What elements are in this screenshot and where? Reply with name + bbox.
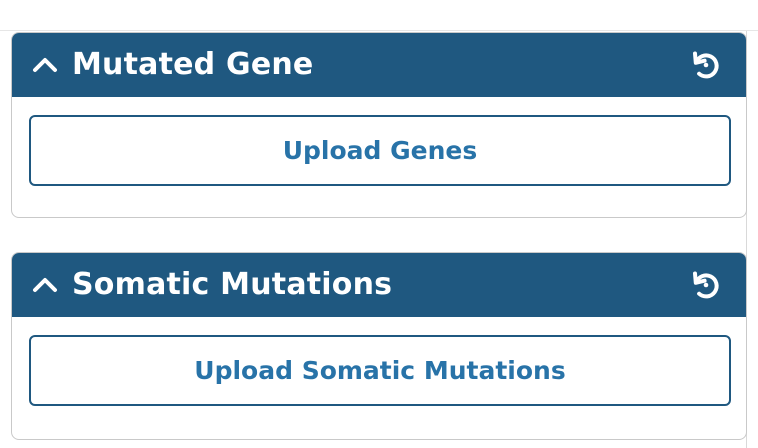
somatic-mutations-card: Somatic Mutations Upload Somatic Mutatio… xyxy=(11,252,747,440)
card-title: Mutated Gene xyxy=(72,47,314,82)
chevron-up-icon[interactable] xyxy=(30,270,60,300)
filter-panel: Mutated Gene Upload Genes Somatic Mutati… xyxy=(0,0,758,448)
upload-genes-button[interactable]: Upload Genes xyxy=(29,115,731,186)
card-title: Somatic Mutations xyxy=(72,267,393,302)
reset-icon[interactable] xyxy=(688,47,724,83)
upload-somatic-mutations-button[interactable]: Upload Somatic Mutations xyxy=(29,335,731,406)
mutated-gene-card: Mutated Gene Upload Genes xyxy=(11,32,747,218)
top-divider xyxy=(0,30,758,31)
reset-icon[interactable] xyxy=(688,267,724,303)
somatic-mutations-header[interactable]: Somatic Mutations xyxy=(12,253,746,317)
mutated-gene-header[interactable]: Mutated Gene xyxy=(12,33,746,97)
chevron-up-icon[interactable] xyxy=(30,50,60,80)
